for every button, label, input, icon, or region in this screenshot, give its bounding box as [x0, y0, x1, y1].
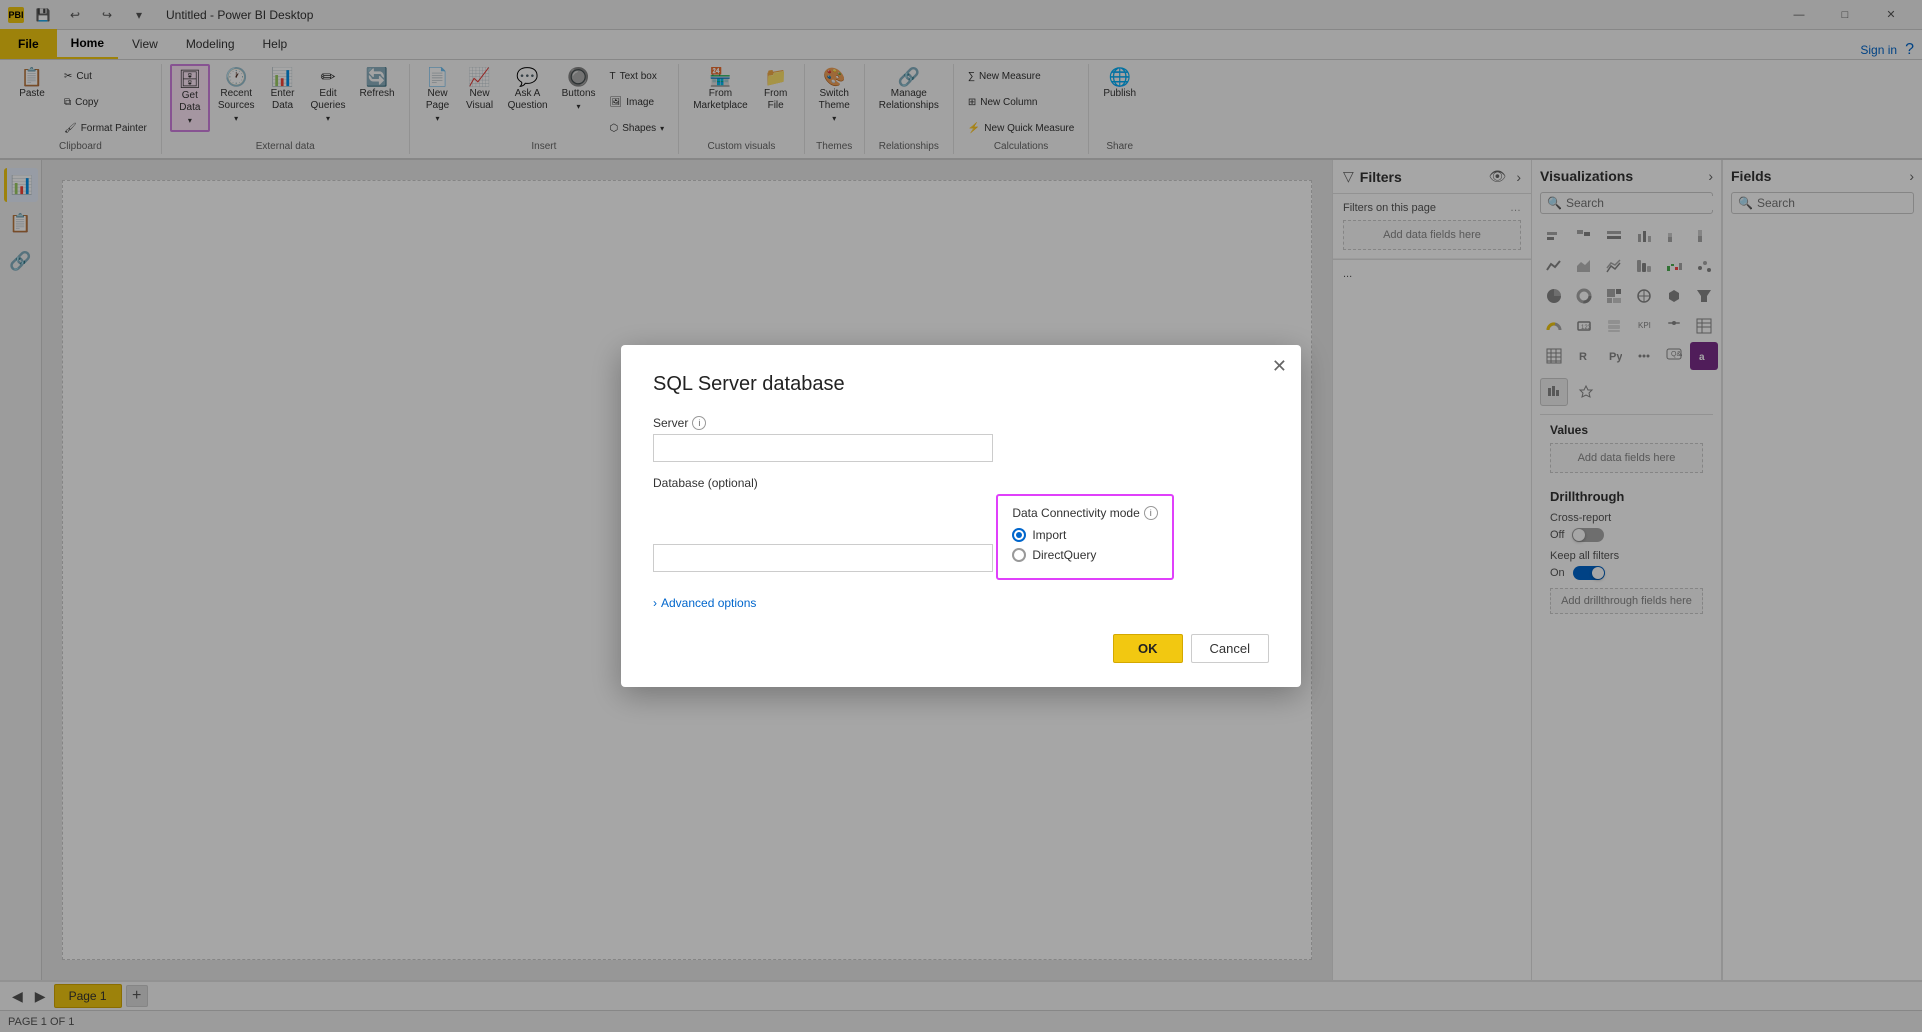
server-label: Server i	[653, 416, 1269, 430]
direct-query-radio-row[interactable]: DirectQuery	[1012, 548, 1157, 562]
connectivity-mode-section: Data Connectivity mode i Import DirectQu…	[996, 494, 1173, 580]
direct-query-radio	[1012, 548, 1026, 562]
connectivity-title: Data Connectivity mode i	[1012, 506, 1157, 520]
server-info-icon[interactable]: i	[692, 416, 706, 430]
database-input[interactable]	[653, 544, 993, 572]
modal-overlay: ✕ SQL Server database Server i Database …	[0, 0, 1922, 1032]
modal-footer: OK Cancel	[653, 634, 1269, 663]
import-radio-row[interactable]: Import	[1012, 528, 1157, 542]
server-input[interactable]	[653, 434, 993, 462]
advanced-options-link[interactable]: › Advanced options	[653, 596, 1269, 610]
modal-title: SQL Server database	[653, 373, 1269, 396]
connectivity-info-icon[interactable]: i	[1144, 506, 1158, 520]
sql-server-dialog: ✕ SQL Server database Server i Database …	[621, 345, 1301, 687]
import-radio-selected	[1012, 528, 1026, 542]
ok-button[interactable]: OK	[1113, 634, 1183, 663]
advanced-chevron-icon: ›	[653, 596, 657, 610]
modal-close-button[interactable]: ✕	[1272, 357, 1287, 375]
database-label: Database (optional)	[653, 476, 1269, 490]
cancel-button[interactable]: Cancel	[1191, 634, 1269, 663]
